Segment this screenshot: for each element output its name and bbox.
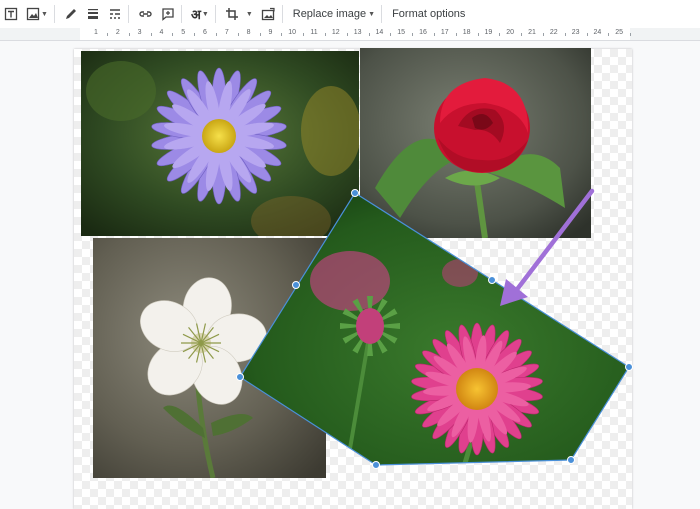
image-insert-icon[interactable]: ▼ [26, 3, 48, 25]
link-icon[interactable] [138, 3, 153, 25]
ruler-number: 2 [115, 29, 120, 36]
ruler-number: 22 [549, 29, 558, 36]
ruler-tick [390, 33, 392, 36]
chevron-down-icon: ▼ [245, 10, 253, 18]
replace-image-label: Replace image [292, 8, 367, 20]
slide-canvas[interactable] [0, 41, 700, 509]
ruler-number: 12 [331, 29, 340, 36]
ruler-number: 1 [94, 29, 98, 36]
annotation-arrow-icon [500, 188, 595, 306]
ruler-number: 14 [375, 29, 384, 36]
input-tools-glyph: अ [190, 7, 201, 22]
resize-handle[interactable] [351, 189, 359, 197]
chevron-down-icon: ▼ [201, 10, 209, 18]
toolbar-divider [127, 5, 129, 23]
border-weight-icon[interactable] [86, 3, 100, 25]
ruler-number: 25 [615, 29, 624, 36]
ruler-number: 18 [462, 29, 471, 36]
ruler-number: 17 [440, 29, 449, 36]
ruler-number: 3 [137, 29, 142, 36]
ruler-tick [455, 33, 457, 36]
ruler-tick [477, 33, 479, 36]
ruler-number: 24 [593, 29, 602, 36]
ruler-number: 4 [159, 29, 164, 36]
ruler-tick [499, 33, 501, 36]
ruler-tick [630, 33, 632, 36]
ruler-tick [259, 33, 261, 36]
selected-rotated-image[interactable] [0, 41, 700, 478]
ruler-number: 10 [288, 29, 297, 36]
ruler-tick [542, 33, 544, 36]
text-box-icon[interactable] [4, 3, 18, 25]
replace-image-button[interactable]: Replace image ▼ [289, 3, 375, 25]
resize-handle[interactable] [488, 276, 496, 284]
ruler-tick [281, 33, 283, 36]
ruler-number: 23 [571, 29, 580, 36]
ruler-tick [368, 33, 370, 36]
ruler-number: 19 [484, 29, 493, 36]
ruler-tick [608, 33, 610, 36]
comment-icon[interactable] [161, 3, 175, 25]
reset-image-icon[interactable] [261, 3, 276, 25]
ruler-tick [586, 33, 588, 36]
resize-handle[interactable] [625, 363, 633, 371]
chevron-down-icon: ▼ [41, 10, 48, 18]
ruler-tick [346, 33, 348, 36]
input-tools-button[interactable]: अ ▼ [191, 3, 209, 25]
ruler-tick [128, 33, 130, 36]
toolbar: ▼ अ ▼ ▼ Replace image ▼ Format options [0, 0, 700, 29]
ruler-number: 15 [397, 29, 406, 36]
ruler-tick [172, 33, 174, 36]
ruler-tick [324, 33, 326, 36]
ruler-tick [215, 33, 217, 36]
ruler-number: 21 [528, 29, 536, 36]
ruler-number: 11 [310, 29, 318, 36]
format-options-label: Format options [392, 8, 466, 20]
toolbar-divider [281, 5, 283, 23]
ruler-tick [303, 33, 305, 36]
ruler-tick [194, 33, 196, 36]
ruler-tick [412, 33, 414, 36]
ruler-number: 16 [419, 29, 427, 36]
horizontal-ruler[interactable]: 1 2 3 4 5 6 7 8 9 10 11 12 13 14 15 16 17 18 19 20 21 22 23 24 2… [0, 28, 700, 41]
ruler-tick [106, 33, 108, 36]
pen-icon[interactable] [64, 3, 78, 25]
resize-handle[interactable] [292, 281, 300, 289]
ruler-tick [564, 33, 566, 36]
ruler-number: 8 [246, 29, 251, 36]
chevron-down-icon: ▼ [368, 10, 376, 18]
crop-icon[interactable] [225, 3, 239, 25]
ruler-number: 6 [203, 29, 207, 36]
ruler-tick [237, 33, 239, 36]
format-options-button[interactable]: Format options [388, 3, 469, 25]
ruler-tick [521, 33, 523, 36]
toolbar-divider [214, 5, 216, 23]
resize-handle[interactable] [236, 373, 244, 381]
ruler-tick [433, 33, 435, 36]
toolbar-divider [381, 5, 383, 23]
border-dash-icon[interactable] [108, 3, 122, 25]
ruler-number: 7 [224, 29, 229, 36]
resize-handle[interactable] [372, 461, 380, 469]
toolbar-divider [180, 5, 182, 23]
ruler-number: 20 [506, 29, 515, 36]
ruler-number: 9 [268, 29, 273, 36]
toolbar-divider [53, 5, 55, 23]
ruler-number: 5 [181, 29, 186, 36]
ruler-tick [150, 33, 152, 36]
mask-dropdown[interactable]: ▼ [245, 3, 253, 25]
resize-handle[interactable] [567, 456, 575, 464]
ruler-number: 13 [353, 29, 362, 36]
